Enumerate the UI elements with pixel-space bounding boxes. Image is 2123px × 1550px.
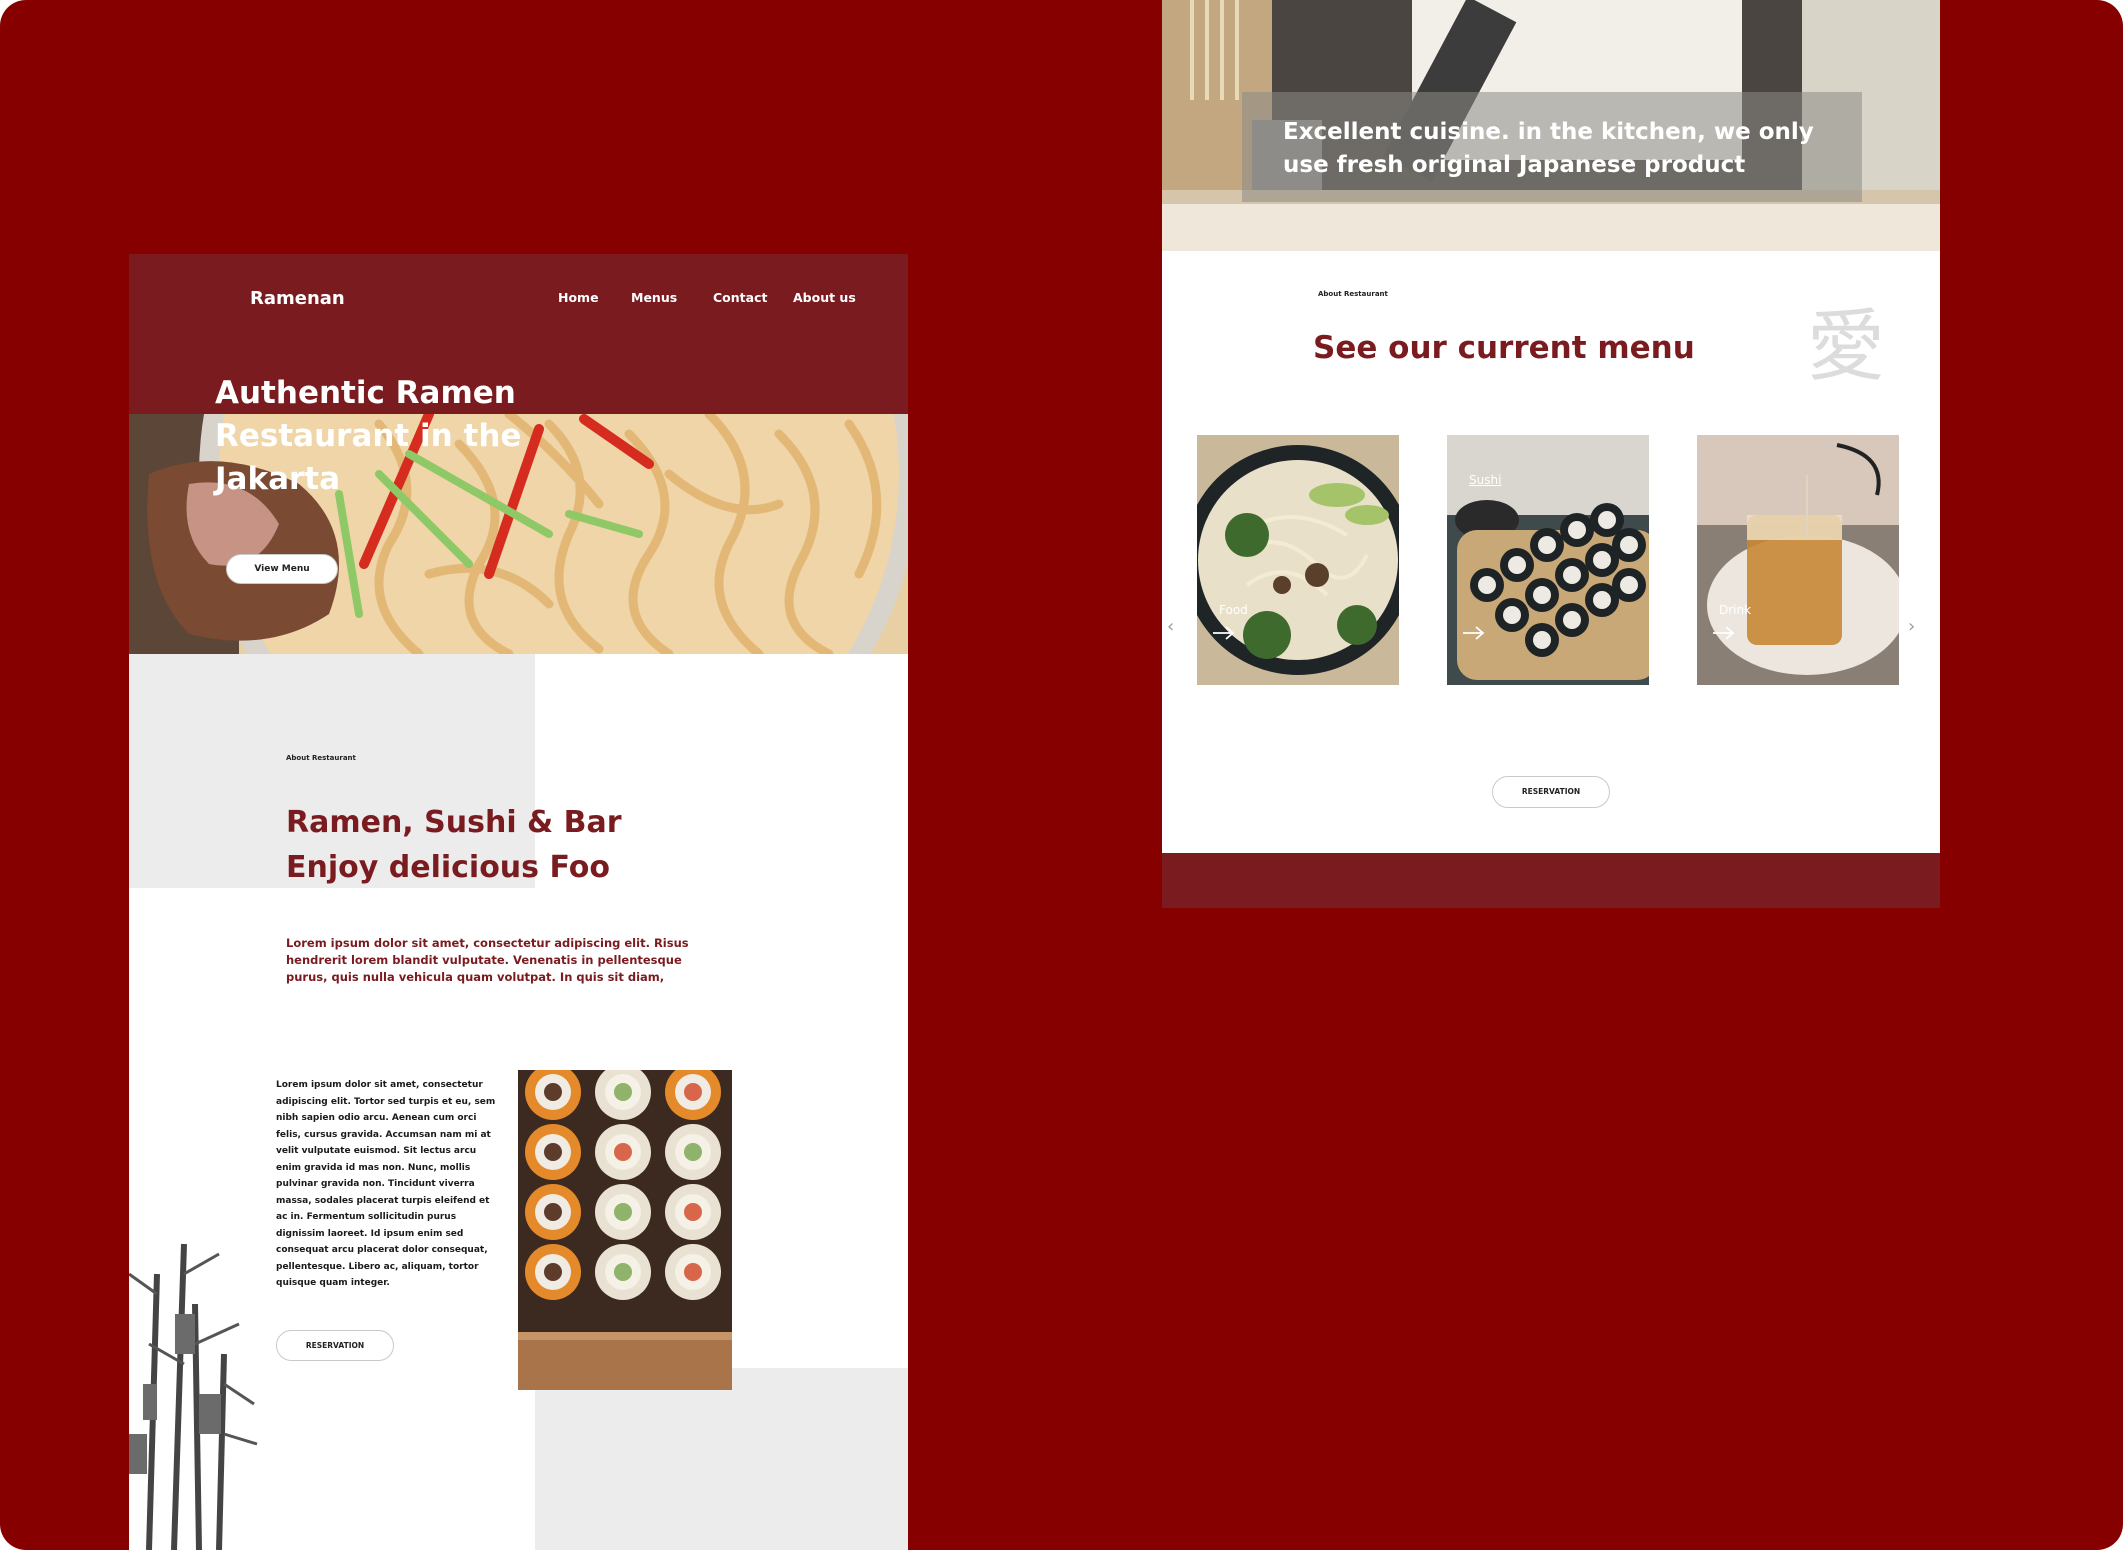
arrow-right-icon[interactable] xyxy=(1461,625,1487,641)
arrow-right-icon[interactable] xyxy=(1211,625,1237,641)
hero-title: Authentic Ramen Restaurant in the Jakart… xyxy=(215,375,522,497)
landing-page-mockup: Ramenan Home Menus Contact About us Auth… xyxy=(129,254,908,1550)
nav-menus[interactable]: Menus xyxy=(631,290,677,305)
kanji-decoration: 愛 xyxy=(1807,302,1886,392)
tea-glass-illustration xyxy=(1697,435,1899,685)
sushi-image xyxy=(518,1070,732,1390)
card-label-drink: Drink xyxy=(1719,603,1752,617)
kitchen-banner-text: Excellent cuisine. in the kitchen, we on… xyxy=(1283,119,1814,178)
brand-logo[interactable]: Ramenan xyxy=(250,288,345,309)
about-body-text: Lorem ipsum dolor sit amet, consectetur … xyxy=(276,1080,496,1288)
menu-card-food[interactable]: Food xyxy=(1197,435,1399,685)
chevron-left-icon[interactable]: ‹ xyxy=(1167,616,1174,637)
chevron-right-icon[interactable]: › xyxy=(1908,616,1915,637)
bamboo-illustration xyxy=(129,1243,258,1550)
arrow-right-icon[interactable] xyxy=(1711,625,1737,641)
about-title-line-1: Ramen, Sushi & Bar xyxy=(286,805,622,840)
about-eyebrow: About Restaurant xyxy=(286,754,356,762)
menu-title: See our current menu xyxy=(1313,330,1695,366)
about-title-line-2: Enjoy delicious Foo xyxy=(286,850,610,885)
decorative-grey-block-bottom xyxy=(535,1368,908,1550)
food-bowl-illustration xyxy=(1197,435,1399,685)
menu-eyebrow: About Restaurant xyxy=(1318,290,1388,298)
nav-home[interactable]: Home xyxy=(558,290,599,305)
menu-card-sushi[interactable]: Sushi xyxy=(1447,435,1649,685)
bamboo-decoration xyxy=(129,1234,259,1550)
menu-reservation-button[interactable]: RESERVATION xyxy=(1492,776,1610,808)
menu-page-mockup: Excellent cuisine. in the kitchen, we on… xyxy=(1162,0,1940,908)
reservation-button[interactable]: RESERVATION xyxy=(276,1330,394,1361)
view-menu-button[interactable]: View Menu xyxy=(226,554,338,584)
menu-card-drink[interactable]: Drink xyxy=(1697,435,1899,685)
nav-contact[interactable]: Contact xyxy=(713,290,767,305)
nav-about-us[interactable]: About us xyxy=(793,290,856,305)
showcase-canvas: Ramenan Home Menus Contact About us Auth… xyxy=(0,0,2123,1550)
card-label-sushi: Sushi xyxy=(1469,473,1502,487)
card-label-food: Food xyxy=(1219,603,1248,617)
sushi-rolls-illustration xyxy=(518,1070,732,1390)
about-lead-text: Lorem ipsum dolor sit amet, consectetur … xyxy=(286,936,689,984)
site-footer xyxy=(1162,853,1940,908)
